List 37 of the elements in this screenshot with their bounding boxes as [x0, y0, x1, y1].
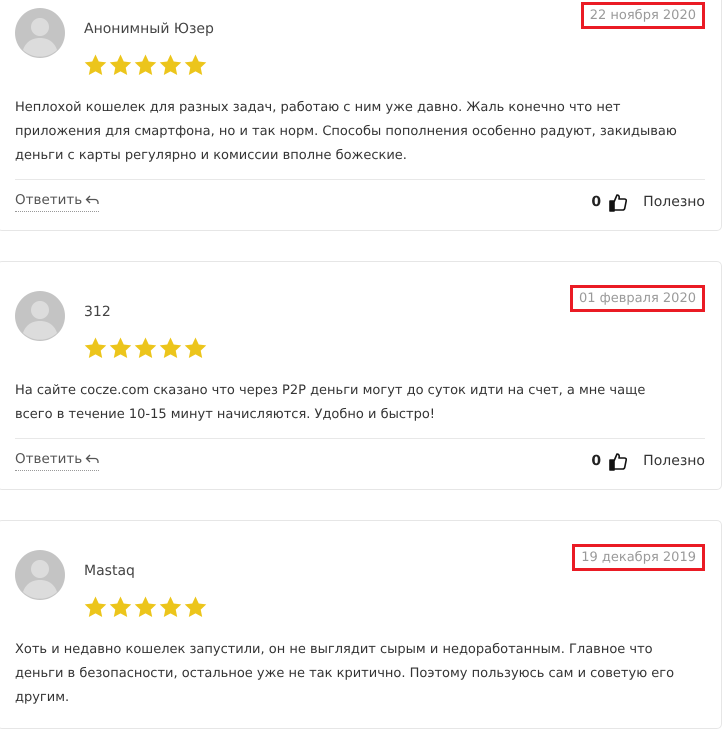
avatar-icon [15, 8, 65, 58]
star-icon [159, 596, 182, 618]
star-icon [84, 337, 107, 359]
like-count: 0 [591, 194, 602, 210]
star-icon [109, 54, 132, 76]
reply-link[interactable]: Ответить [15, 192, 100, 212]
helpful-label: Полезно [643, 453, 705, 469]
review-date: 22 ноября 2020 [580, 2, 705, 29]
star-icon [109, 596, 132, 618]
like-count: 0 [591, 453, 602, 469]
star-icon [159, 337, 182, 359]
thumbs-up-icon[interactable] [609, 192, 628, 212]
star-icon [84, 596, 107, 618]
avatar-icon [15, 550, 65, 600]
review-date: 01 февраля 2020 [570, 285, 705, 312]
reply-arrow-icon [85, 453, 100, 465]
review-text: На сайте cocze.com сказано что через P2P деньги могут до суток идти на счет, а мне чаще всего в течение 10-15 минут начисляются. Удобно и быстро! [15, 382, 646, 424]
review-text: Неплохой кошелек для разных задач, работаю с ним уже давно. Жаль конечно что нет приложения для смартфона, но и так норм. Способы пополнения особенно радуют, закидываю деньги с карты регулярно и комиссии вполне божеские. [15, 99, 678, 165]
star-icon [184, 54, 207, 76]
star-icon [184, 596, 207, 618]
helpful-label: Полезно [643, 194, 705, 210]
author-name: Анонимный Юзер [84, 21, 215, 37]
star-icon [109, 337, 132, 359]
avatar-icon [15, 291, 65, 341]
author-name: 312 [84, 304, 112, 320]
reply-link[interactable]: Ответить [15, 451, 100, 471]
star-icon [134, 596, 157, 618]
review-text: Хоть и недавно кошелек запустили, он не выглядит сырым и недоработанным. Главное что деньги в безопасности, остальное уже не так критично. Поэтому пользуюсь сам и советую его другим. [15, 641, 676, 707]
star-icon [184, 337, 207, 359]
star-icon [84, 54, 107, 76]
thumbs-up-icon[interactable] [609, 452, 628, 470]
reply-arrow-icon [85, 194, 100, 206]
star-icon [159, 54, 182, 76]
star-icon [134, 54, 157, 76]
star-icon [134, 337, 157, 359]
review-date: 19 декабря 2019 [572, 544, 705, 571]
author-name: Mastaq [84, 563, 136, 579]
